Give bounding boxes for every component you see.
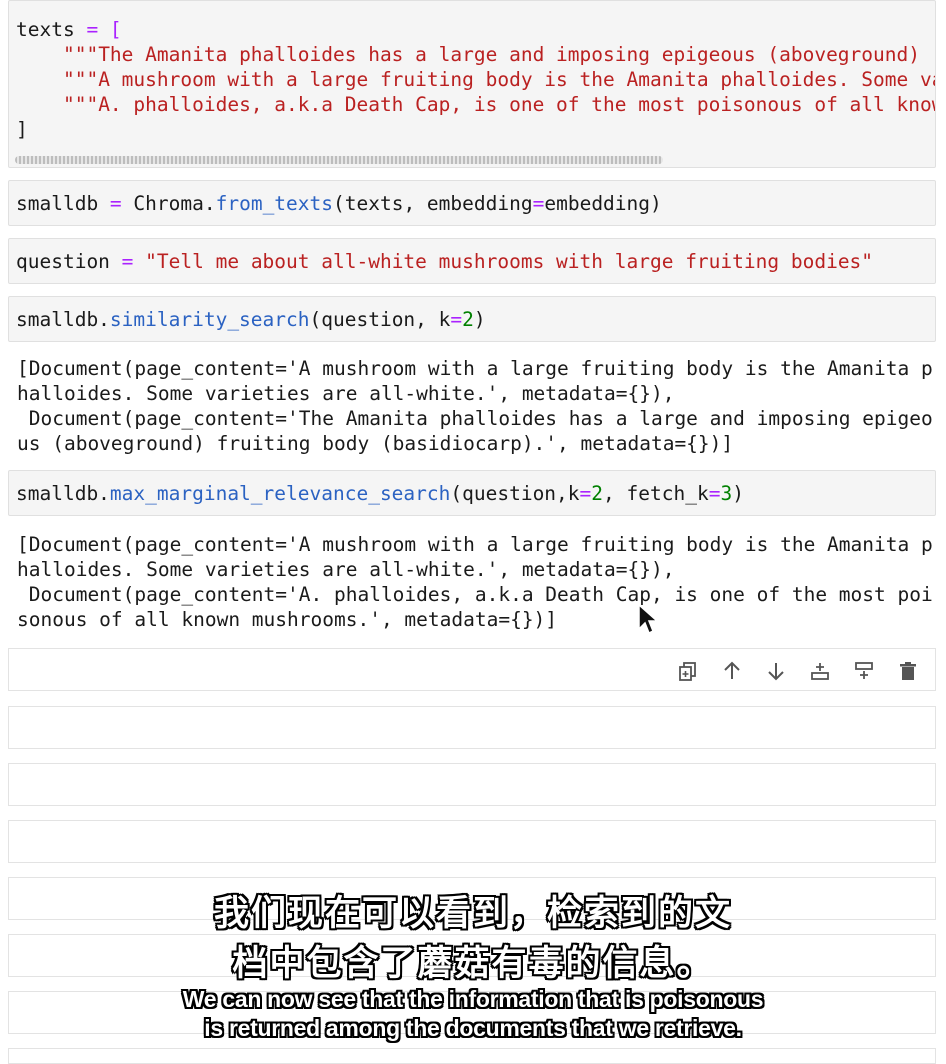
output-line: [Document(page_content='A mushroom with …	[17, 357, 933, 380]
insert-below-icon[interactable]	[807, 659, 833, 683]
duplicate-icon[interactable]	[675, 659, 701, 683]
code-line: smalldb = Chroma.from_texts(texts, embed…	[16, 192, 662, 215]
code-cell-similarity-search[interactable]: smalldb.similarity_search(question, k=2)	[8, 296, 936, 342]
code-line: ]	[16, 118, 28, 141]
empty-code-cell[interactable]	[8, 1048, 936, 1064]
output-line: [Document(page_content='A mushroom with …	[17, 533, 933, 556]
cell-toolbar	[675, 659, 921, 683]
move-down-icon[interactable]	[763, 659, 789, 683]
code-line: texts = [	[16, 18, 122, 41]
code-line: smalldb.max_marginal_relevance_search(qu…	[16, 482, 744, 505]
output-line: Document(page_content='A. phalloides, a.…	[17, 583, 933, 606]
code-line: """A mushroom with a large fruiting body…	[16, 68, 936, 91]
empty-code-cell[interactable]	[8, 706, 936, 749]
output-line: halloides. Some varieties are all-white.…	[17, 382, 675, 405]
output-similarity-search: [Document(page_content='A mushroom with …	[8, 354, 938, 458]
output-line: Document(page_content='The Amanita phall…	[17, 407, 933, 430]
output-line: sonous of all known mushrooms.', metadat…	[17, 608, 558, 631]
subtitle-english-line-2: is returned among the documents that we …	[204, 1015, 742, 1041]
insert-above-icon[interactable]	[851, 659, 877, 683]
output-mmr-search: [Document(page_content='A mushroom with …	[8, 530, 938, 634]
code-cell-mmr-search[interactable]: smalldb.max_marginal_relevance_search(qu…	[8, 470, 936, 516]
subtitle-chinese-line-2: 档中包含了蘑菇有毒的信息。	[232, 944, 714, 984]
code-cell-active-empty[interactable]	[8, 648, 936, 691]
output-line: us (aboveground) fruiting body (basidioc…	[17, 432, 734, 455]
subtitle-english-line-1: We can now see that the information that…	[182, 986, 764, 1012]
code-line: """The Amanita phalloides has a large an…	[16, 43, 932, 66]
horizontal-scrollbar[interactable]	[15, 156, 663, 164]
empty-code-cell[interactable]	[8, 763, 936, 806]
code-cell-smalldb[interactable]: smalldb = Chroma.from_texts(texts, embed…	[8, 180, 936, 226]
empty-code-cell[interactable]	[8, 820, 936, 863]
subtitle-chinese-line-1: 我们现在可以看到，检索到的文	[213, 894, 732, 934]
code-line: question = "Tell me about all-white mush…	[16, 250, 874, 273]
code-cell-texts[interactable]: texts = [ """The Amanita phalloides has …	[8, 0, 936, 168]
delete-icon[interactable]	[895, 659, 921, 683]
code-line: """A. phalloides, a.k.a Death Cap, is on…	[16, 93, 936, 116]
output-line: halloides. Some varieties are all-white.…	[17, 558, 675, 581]
code-line: smalldb.similarity_search(question, k=2)	[16, 308, 486, 331]
code-cell-question[interactable]: question = "Tell me about all-white mush…	[8, 238, 936, 284]
move-up-icon[interactable]	[719, 659, 745, 683]
mouse-cursor-icon	[638, 603, 659, 635]
